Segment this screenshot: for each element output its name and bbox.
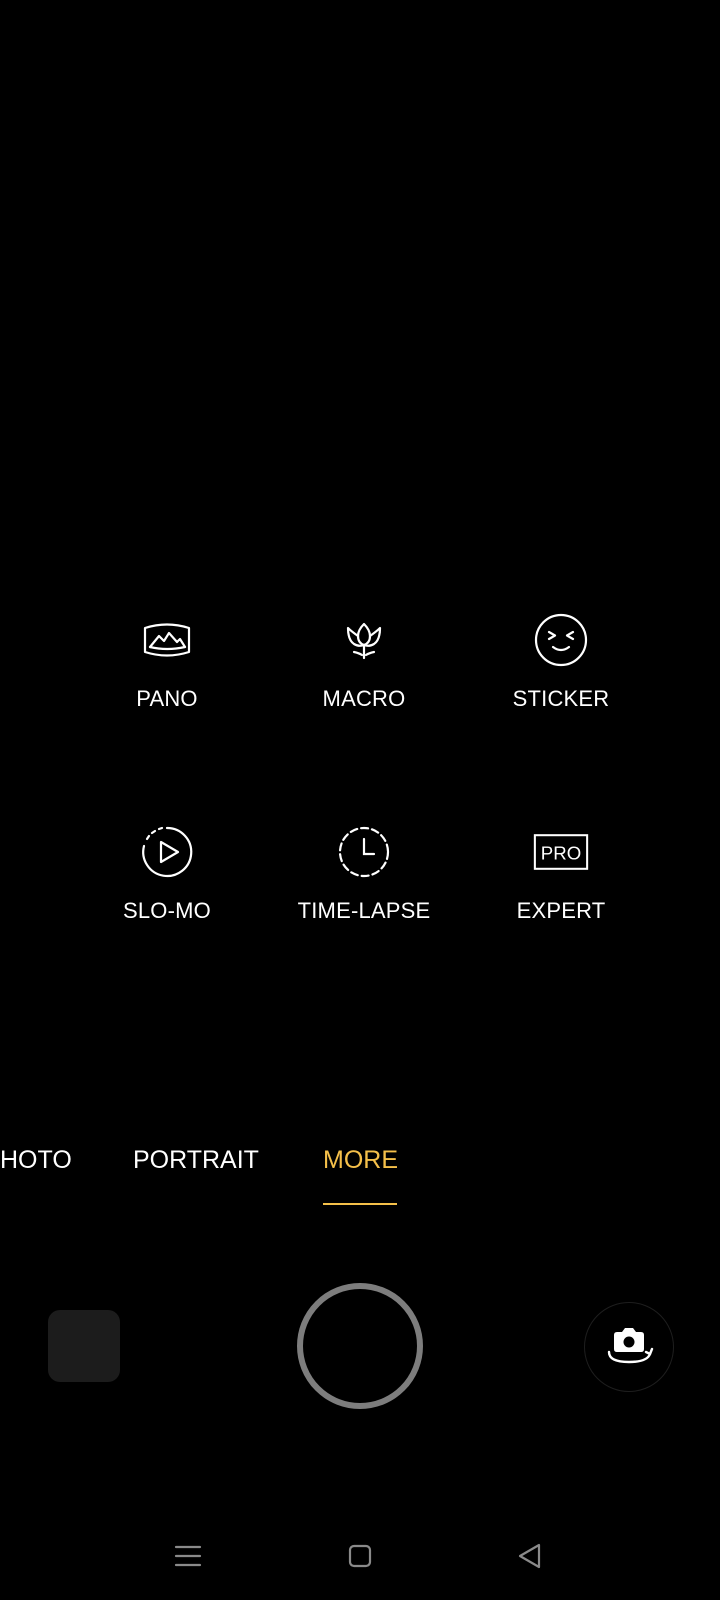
mode-label: MACRO bbox=[322, 686, 406, 711]
tab-more[interactable]: MORE bbox=[323, 1146, 398, 1175]
time-lapse-clock-icon bbox=[336, 824, 392, 880]
system-nav-bar bbox=[0, 1520, 720, 1590]
pro-icon: PRO bbox=[533, 824, 589, 880]
mode-label: EXPERT bbox=[516, 898, 606, 923]
mode-label: STICKER bbox=[512, 686, 610, 711]
home-button[interactable] bbox=[338, 1534, 382, 1578]
mode-label: TIME-LAPSE bbox=[297, 898, 431, 923]
mode-tabs: HOTO PORTRAIT MORE bbox=[0, 1146, 720, 1206]
flip-camera-icon bbox=[607, 1328, 654, 1364]
mode-expert[interactable]: PRO EXPERT bbox=[471, 812, 651, 942]
mode-slo-mo[interactable]: SLO-MO bbox=[77, 812, 257, 942]
gallery-thumbnail[interactable] bbox=[48, 1310, 120, 1382]
shutter-button[interactable] bbox=[297, 1283, 423, 1409]
sticker-face-icon bbox=[533, 612, 589, 668]
macro-flower-icon bbox=[336, 612, 392, 668]
mode-time-lapse[interactable]: TIME-LAPSE bbox=[274, 812, 454, 942]
mode-sticker[interactable]: STICKER bbox=[471, 600, 651, 730]
back-triangle-icon bbox=[518, 1543, 541, 1569]
tab-photo[interactable]: HOTO bbox=[0, 1146, 72, 1175]
flip-camera-button[interactable] bbox=[584, 1302, 674, 1392]
mode-label: SLO-MO bbox=[123, 898, 211, 923]
active-tab-indicator bbox=[323, 1203, 397, 1205]
back-button[interactable] bbox=[508, 1534, 552, 1578]
panorama-icon bbox=[139, 612, 195, 668]
menu-icon bbox=[174, 1545, 202, 1567]
menu-button[interactable] bbox=[166, 1534, 210, 1578]
mode-macro[interactable]: MACRO bbox=[274, 600, 454, 730]
mode-pano[interactable]: PANO bbox=[77, 600, 257, 730]
slow-motion-icon bbox=[139, 824, 195, 880]
mode-label: PANO bbox=[136, 686, 198, 711]
svg-text:PRO: PRO bbox=[541, 842, 581, 863]
tab-portrait[interactable]: PORTRAIT bbox=[133, 1146, 259, 1175]
home-square-icon bbox=[348, 1544, 372, 1568]
